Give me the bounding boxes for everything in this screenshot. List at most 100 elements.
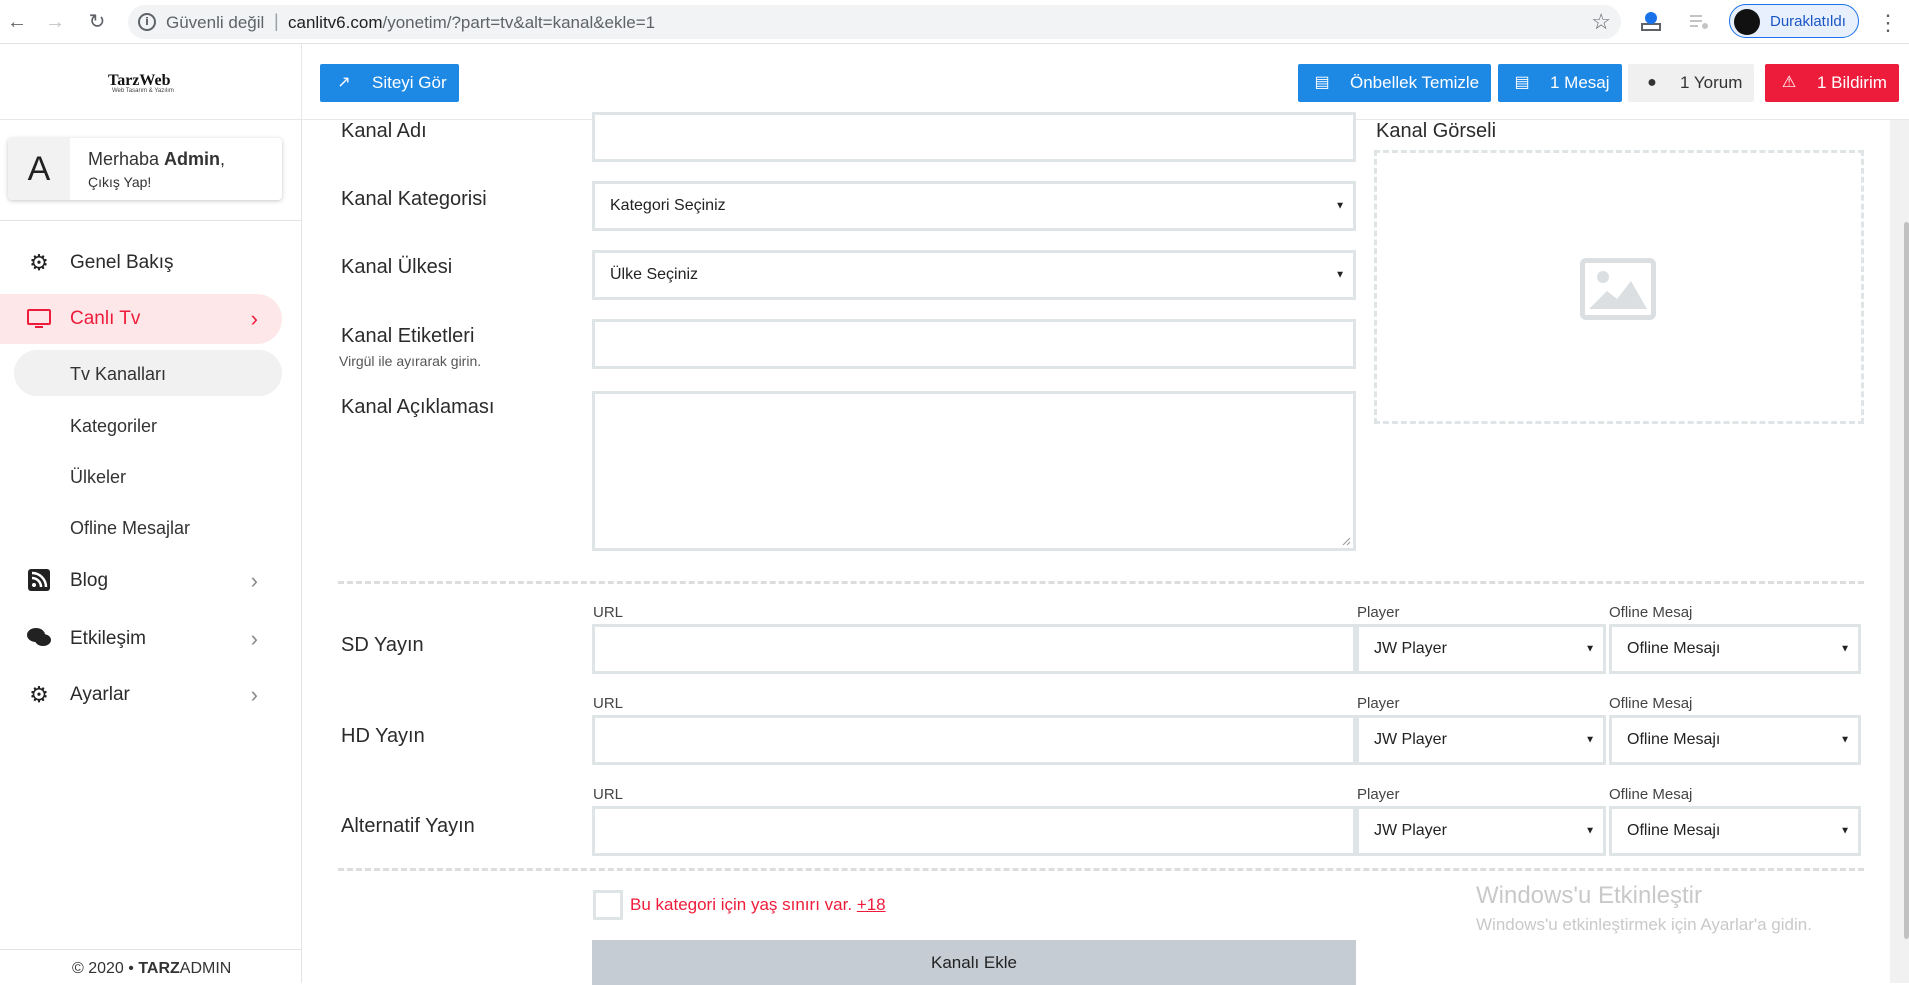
warning-icon: ⚠ <box>1781 74 1797 91</box>
reload-icon[interactable]: ↻ <box>84 9 110 35</box>
age-limit-text: Bu kategori için yaş sınırı var. +18 <box>630 895 886 915</box>
alt-url-input[interactable] <box>592 806 1356 856</box>
dropdown-arrow-icon: ▼ <box>1840 825 1850 837</box>
player-label: Player <box>1357 786 1400 803</box>
channel-description-label: Kanal Açıklaması <box>341 396 495 418</box>
dropdown-arrow-icon: ▼ <box>1840 734 1850 746</box>
chevron-right-icon: › <box>250 682 258 707</box>
sidebar-subitem-countries[interactable]: Ülkeler <box>70 467 126 488</box>
avatar <box>1734 9 1760 35</box>
scrollbar-thumb[interactable] <box>1904 222 1909 939</box>
channel-country-label: Kanal Ülkesi <box>341 256 453 278</box>
url-path: /yonetim/?part=tv&alt=kanal&ekle=1 <box>382 13 656 32</box>
channel-name-input[interactable] <box>592 112 1356 162</box>
hd-offline-select[interactable]: Ofline Mesajı ▼ <box>1609 715 1861 765</box>
media-icon[interactable] <box>1688 10 1710 32</box>
url-text[interactable]: canlitv6.com/yonetim/?part=tv&alt=kanal&… <box>288 13 655 33</box>
alt-stream-label: Alternatif Yayın <box>341 815 475 837</box>
select-value: JW Player <box>1374 640 1447 657</box>
external-link-icon: ↗ <box>337 74 351 91</box>
divider <box>0 220 302 221</box>
sidebar-subitem-offline-messages[interactable]: Ofline Mesajlar <box>70 518 190 539</box>
player-label: Player <box>1357 604 1400 621</box>
sd-url-input[interactable] <box>592 624 1356 674</box>
offline-label: Ofline Mesaj <box>1609 786 1693 803</box>
sidebar-subitem-tv-channels[interactable]: Tv Kanalları <box>70 364 166 385</box>
messages-button[interactable]: ▤ 1 Mesaj <box>1498 64 1622 102</box>
logo[interactable]: TarzWeb Web Tasarım & Yazılım <box>0 44 302 120</box>
clear-cache-button[interactable]: ▤ Önbellek Temizle <box>1298 64 1492 102</box>
extension-icon[interactable] <box>1640 10 1662 32</box>
logout-link[interactable]: Çıkış Yap! <box>88 174 151 190</box>
file-icon: ▤ <box>1514 74 1530 91</box>
sidebar-item-blog[interactable]: Blog › <box>0 556 282 606</box>
hd-url-input[interactable] <box>592 715 1356 765</box>
messages-label: 1 Mesaj <box>1550 73 1610 92</box>
channel-country-select[interactable]: Ülke Seçiniz ▼ <box>592 250 1356 300</box>
age-limit-link[interactable]: +18 <box>857 895 886 914</box>
notifications-label: 1 Bildirim <box>1817 73 1887 92</box>
copyright-prefix: © 2020 • <box>72 960 139 977</box>
kebab-menu-icon[interactable]: ⋮ <box>1877 10 1899 36</box>
dropdown-arrow-icon: ▼ <box>1840 643 1850 655</box>
offline-label: Ofline Mesaj <box>1609 604 1693 621</box>
alt-player-select[interactable]: JW Player ▼ <box>1356 806 1606 856</box>
greeting-text: Merhaba <box>88 149 165 169</box>
sidebar: A Merhaba Admin, Çıkış Yap! ⚙ Genel Bakı… <box>0 120 302 983</box>
add-channel-button[interactable]: Kanalı Ekle <box>592 940 1356 985</box>
chevron-right-icon: › <box>250 626 258 651</box>
cogs-icon: ⚙ <box>29 682 49 707</box>
url-label: URL <box>593 695 624 712</box>
channel-category-select[interactable]: Kategori Seçiniz ▼ <box>592 181 1356 231</box>
comments-button[interactable]: ● 1 Yorum <box>1628 64 1755 102</box>
sidebar-item-settings[interactable]: ⚙ Ayarlar › <box>0 670 282 720</box>
info-icon[interactable]: i <box>138 13 156 31</box>
chevron-right-icon: › <box>250 306 258 331</box>
channel-tags-hint: Virgül ile ayırarak girin. <box>339 353 482 369</box>
dropdown-arrow-icon: ▼ <box>1335 269 1345 281</box>
sidebar-item-label: Blog <box>70 570 109 591</box>
channel-tags-input[interactable] <box>592 319 1356 369</box>
dropdown-arrow-icon: ▼ <box>1585 734 1595 746</box>
security-label: Güvenli değil <box>166 13 265 32</box>
profile-label: Duraklatıldı <box>1770 13 1846 30</box>
select-value: Ofline Mesajı <box>1627 822 1721 839</box>
age-limit-label: Bu kategori için yaş sınırı var. <box>630 895 857 914</box>
sidebar-subitem-categories[interactable]: Kategoriler <box>70 416 157 437</box>
section-divider <box>338 868 1864 871</box>
logo-tagline: Web Tasarım & Yazılım <box>112 88 174 94</box>
sidebar-item-overview[interactable]: ⚙ Genel Bakış <box>0 238 282 288</box>
sidebar-item-label: Genel Bakış <box>70 252 174 273</box>
sidebar-item-live-tv[interactable]: Canlı Tv › <box>0 294 282 344</box>
sidebar-item-label: Canlı Tv <box>70 308 141 329</box>
age-limit-checkbox[interactable] <box>593 890 623 920</box>
hd-player-select[interactable]: JW Player ▼ <box>1356 715 1606 765</box>
file-icon: ▤ <box>1314 74 1330 91</box>
resize-handle-icon[interactable] <box>1341 536 1351 546</box>
select-value: JW Player <box>1374 731 1447 748</box>
view-site-button[interactable]: ↗ Siteyi Gör <box>320 64 459 102</box>
channel-description-textarea[interactable] <box>592 391 1356 551</box>
forward-arrow-icon[interactable]: → <box>42 9 68 35</box>
player-label: Player <box>1357 695 1400 712</box>
sidebar-item-interaction[interactable]: Etkileşim › <box>0 614 282 664</box>
sidebar-item-label: Etkileşim <box>70 628 147 649</box>
channel-tags-label: Kanal Etiketleri <box>341 325 475 347</box>
star-icon[interactable]: ☆ <box>1591 9 1611 35</box>
sd-offline-select[interactable]: Ofline Mesajı ▼ <box>1609 624 1861 674</box>
section-divider <box>338 581 1864 584</box>
select-value: Ofline Mesajı <box>1627 731 1721 748</box>
profile-button[interactable]: Duraklatıldı <box>1729 4 1859 38</box>
channel-name-label: Kanal Adı <box>341 120 427 142</box>
select-value: Ülke Seçiniz <box>610 266 699 283</box>
separator: | <box>274 11 279 31</box>
back-arrow-icon[interactable]: ← <box>4 9 30 35</box>
address-bar[interactable]: i Güvenli değil | canlitv6.com/yonetim/?… <box>128 5 1621 39</box>
channel-image-label: Kanal Görseli <box>1376 120 1497 142</box>
sidebar-item-label: Ayarlar <box>70 684 130 705</box>
notifications-button[interactable]: ⚠ 1 Bildirim <box>1765 64 1899 102</box>
image-placeholder-icon <box>1580 258 1656 320</box>
sd-player-select[interactable]: JW Player ▼ <box>1356 624 1606 674</box>
alt-offline-select[interactable]: Ofline Mesajı ▼ <box>1609 806 1861 856</box>
divider <box>0 949 302 950</box>
